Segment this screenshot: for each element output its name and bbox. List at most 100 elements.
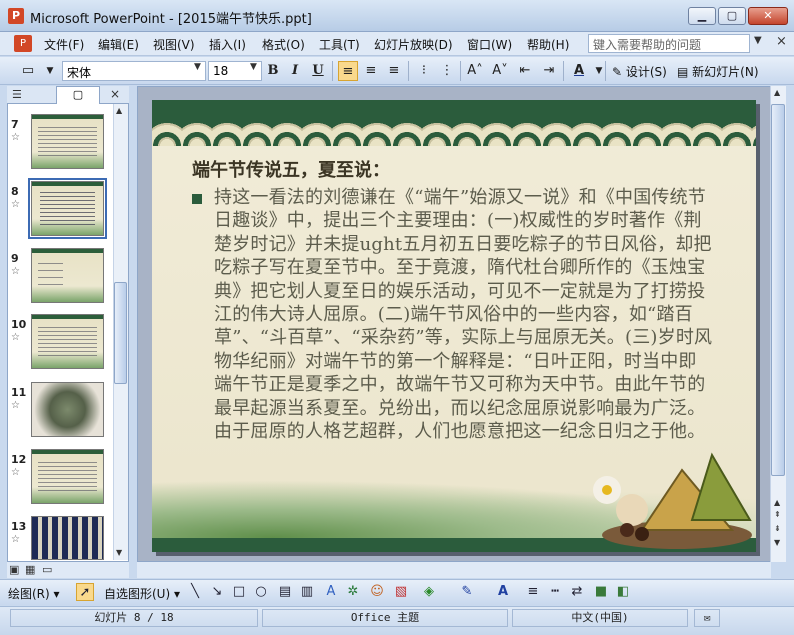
toolbar-separator	[460, 61, 461, 81]
star-icon: ☆	[11, 467, 20, 478]
menu-format[interactable]: 格式(O)	[262, 36, 305, 53]
italic-button[interactable]: I	[285, 61, 305, 81]
previous-slide-icon[interactable]: ⇞	[774, 510, 781, 519]
menu-tools[interactable]: 工具(T)	[319, 36, 360, 53]
decrease-font-icon[interactable]: A˅	[490, 61, 510, 81]
workspace-scroll-thumb[interactable]	[771, 104, 785, 476]
slide-number: 11	[11, 386, 27, 399]
slide-thumbnail[interactable]	[31, 449, 104, 504]
oval-icon[interactable]: ○	[252, 583, 270, 601]
cloud-pattern-border	[152, 122, 756, 146]
picture-icon[interactable]: ▧	[392, 583, 410, 601]
align-center-icon[interactable]: ≡	[361, 61, 381, 81]
chevron-down-icon[interactable]: ▼	[754, 35, 762, 46]
draw-menu[interactable]: 绘图(R) ▾	[8, 585, 60, 602]
document-icon[interactable]: P	[14, 35, 32, 52]
new-slide-button[interactable]: ▤ 新幻灯片(N)	[677, 63, 759, 80]
numbered-list-icon[interactable]: ⁝	[414, 61, 434, 81]
shadow-style-icon[interactable]: ■	[592, 583, 610, 601]
scroll-up-icon[interactable]: ▲	[774, 88, 780, 97]
slide-body-text[interactable]: 持这一看法的刘德谦在《“端午”始源又一说》和《中国传统节日趣谈》中，提出三个主要…	[214, 186, 714, 443]
rectangle-icon[interactable]: □	[230, 583, 248, 601]
select-cursor-icon[interactable]: ➚	[76, 583, 94, 601]
menu-help[interactable]: 帮助(H)	[527, 36, 569, 53]
minimize-button[interactable]: ▁	[688, 7, 716, 25]
horizontal-scrollbar[interactable]	[137, 562, 771, 578]
diagram-icon[interactable]: ✲	[344, 583, 362, 601]
chevron-down-icon[interactable]: ▼	[40, 61, 60, 81]
help-search-input[interactable]: 键入需要帮助的问题	[588, 34, 750, 53]
line-icon[interactable]: ╲	[186, 583, 204, 601]
close-icon[interactable]: ×	[110, 87, 120, 101]
font-name-select[interactable]: 宋体	[62, 61, 206, 81]
vertical-textbox-icon[interactable]: ▥	[298, 583, 316, 601]
bullet-list-icon[interactable]: ⋮	[437, 61, 457, 81]
slide-title[interactable]: 端午节传说五，夏至说：	[192, 156, 390, 182]
slide-thumbnail[interactable]	[31, 248, 104, 303]
star-icon: ☆	[11, 266, 20, 277]
normal-view-icon[interactable]: ▣	[9, 563, 19, 576]
arrow-style-icon[interactable]: ⇄	[568, 583, 586, 601]
menu-window[interactable]: 窗口(W)	[467, 36, 512, 53]
slide-thumbnail-selected[interactable]	[28, 178, 107, 239]
dash-style-icon[interactable]: ┅	[546, 583, 564, 601]
wordart-icon[interactable]: A	[322, 583, 340, 601]
chevron-down-icon[interactable]: ▼	[250, 62, 257, 72]
slideshow-icon[interactable]: ▭	[42, 563, 52, 576]
slide-number: 9	[11, 252, 19, 265]
menu-file[interactable]: 文件(F)	[44, 36, 84, 53]
slide-thumbnail[interactable]	[31, 516, 104, 560]
pane-scroll-thumb[interactable]	[114, 282, 127, 384]
star-icon: ☆	[11, 534, 20, 545]
menu-view[interactable]: 视图(V)	[153, 36, 195, 53]
scroll-up-icon[interactable]: ▲	[774, 498, 780, 507]
increase-font-icon[interactable]: A˄	[465, 61, 485, 81]
next-slide-icon[interactable]: ⇟	[774, 524, 781, 533]
slide-number: 13	[11, 520, 27, 533]
slide-canvas[interactable]: 端午节传说五，夏至说： 持这一看法的刘德谦在《“端午”始源又一说》和《中国传统节…	[152, 100, 756, 552]
bold-button[interactable]: B	[263, 61, 283, 81]
slide-counter: 幻灯片 8 / 18	[10, 609, 258, 627]
increase-indent-icon[interactable]: ⇥	[539, 61, 559, 81]
scroll-down-icon[interactable]: ▼	[774, 538, 780, 547]
zongzi-image	[593, 452, 752, 549]
line-style-icon[interactable]: ≡	[524, 583, 542, 601]
slide-number: 7	[11, 118, 19, 131]
align-left-icon[interactable]: ≡	[338, 61, 358, 81]
font-color-icon[interactable]: A	[569, 61, 589, 81]
fill-color-icon[interactable]: ◈	[420, 583, 438, 601]
toolbar-separator	[332, 61, 333, 81]
line-color-icon[interactable]: ✎	[458, 583, 476, 601]
decrease-indent-icon[interactable]: ⇤	[515, 61, 535, 81]
powerpoint-icon[interactable]: P	[8, 8, 24, 24]
design-button[interactable]: ✎ 设计(S)	[612, 63, 667, 80]
slide-thumbnail[interactable]	[31, 382, 104, 437]
font-color-icon[interactable]: A	[494, 583, 512, 601]
slides-tab-icon[interactable]: ▢	[56, 86, 100, 104]
menu-slideshow[interactable]: 幻灯片放映(D)	[374, 36, 453, 53]
chevron-down-icon[interactable]: ▼	[194, 62, 201, 72]
arrow-icon[interactable]: ↘	[208, 583, 226, 601]
outline-tab-icon[interactable]: ☰	[12, 88, 22, 101]
chevron-down-icon[interactable]: ▼	[589, 61, 609, 81]
3d-style-icon[interactable]: ◧	[614, 583, 632, 601]
new-document-icon[interactable]: ▭	[18, 61, 38, 81]
star-icon: ☆	[11, 332, 20, 343]
toolbar-separator	[605, 61, 606, 81]
slide-sorter-icon[interactable]: ▦	[25, 563, 35, 576]
slide-thumbnail[interactable]	[31, 314, 104, 369]
spelling-status-icon[interactable]: ✉	[694, 609, 720, 627]
autoshapes-menu[interactable]: 自选图形(U) ▾	[104, 585, 180, 602]
clipart-icon[interactable]: ☺	[368, 583, 386, 601]
maximize-button[interactable]: ▢	[718, 7, 746, 25]
menu-edit[interactable]: 编辑(E)	[98, 36, 139, 53]
align-right-icon[interactable]: ≡	[384, 61, 404, 81]
close-icon[interactable]: ×	[776, 34, 787, 49]
scroll-up-icon[interactable]: ▲	[116, 106, 122, 115]
menu-insert[interactable]: 插入(I)	[209, 36, 246, 53]
underline-button[interactable]: U	[308, 61, 328, 81]
close-button[interactable]: ✕	[748, 7, 788, 25]
scroll-down-icon[interactable]: ▼	[116, 548, 122, 557]
slide-thumbnail[interactable]	[31, 114, 104, 169]
textbox-icon[interactable]: ▤	[276, 583, 294, 601]
